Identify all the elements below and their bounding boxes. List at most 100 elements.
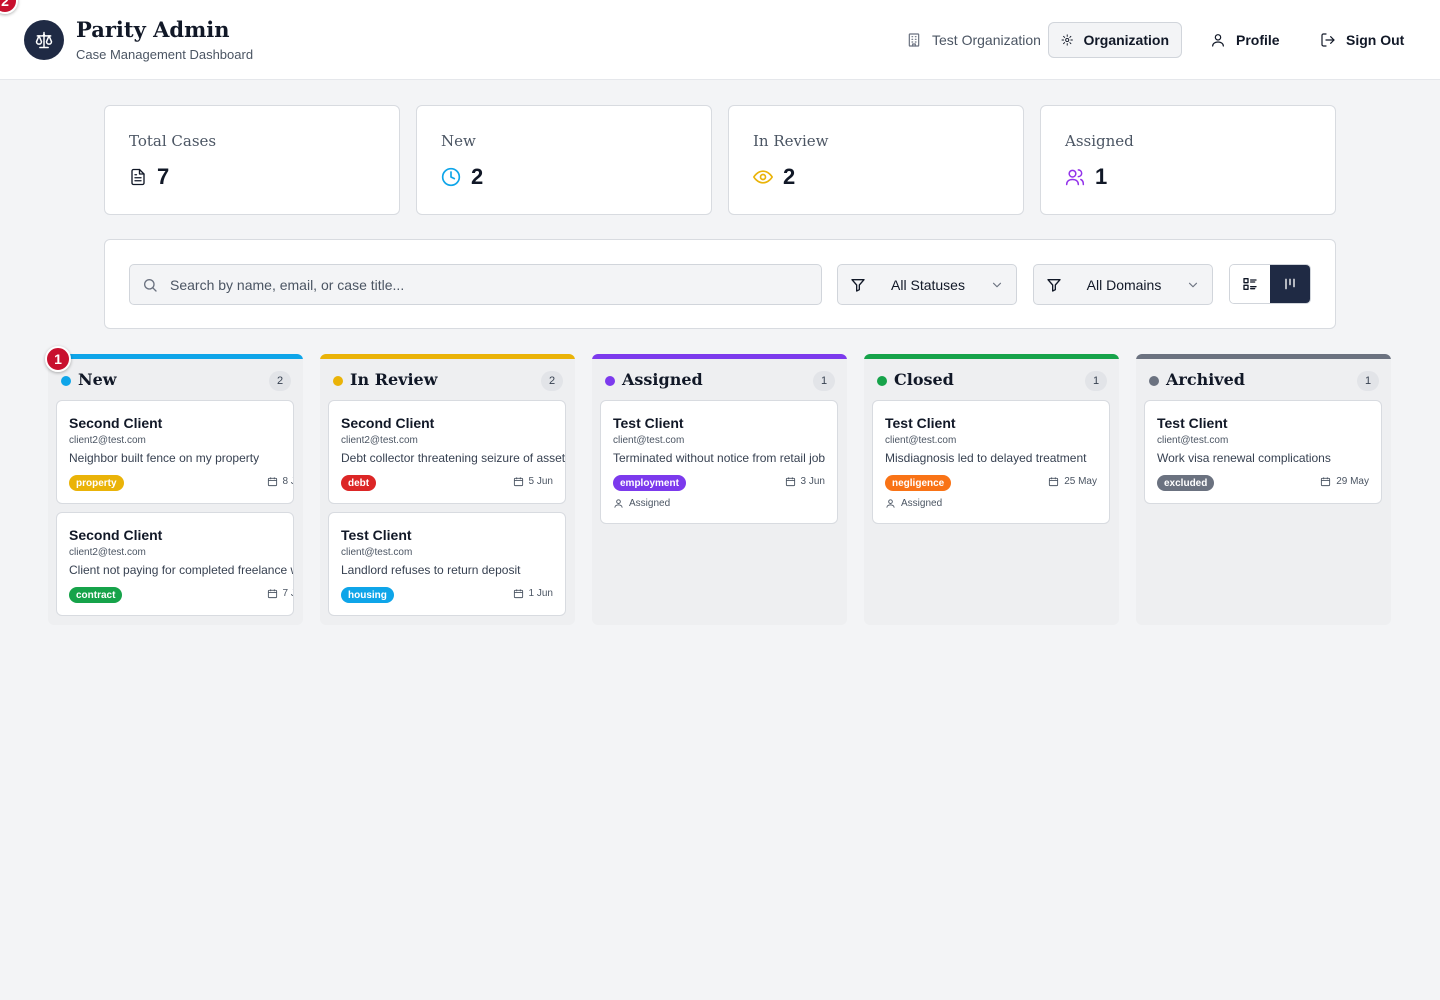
column-title: Closed: [894, 370, 954, 389]
case-date: 7 Jun: [267, 588, 293, 599]
case-date-label: 8 Jun: [282, 476, 293, 487]
case-date-label: 5 Jun: [528, 476, 553, 487]
profile-label: Profile: [1236, 32, 1280, 48]
column-closed: Closed 1 Test Client client@test.com Mis…: [864, 354, 1119, 625]
user-icon: [1212, 34, 1224, 47]
case-date: 29 May: [1320, 476, 1369, 487]
column-title: Archived: [1166, 370, 1245, 389]
case-date-label: 1 Jun: [528, 588, 553, 599]
search-input[interactable]: [170, 276, 790, 293]
client-name: Test Client: [613, 415, 684, 431]
domain-filter-label: All Domains: [1086, 276, 1162, 293]
filter-icon: [1047, 278, 1061, 292]
assigned-indicator: Assigned: [885, 498, 942, 509]
client-email: client@test.com: [1157, 435, 1229, 446]
app-subtitle: Case Management Dashboard: [76, 47, 254, 62]
case-date: 3 Jun: [785, 476, 825, 487]
column-count: 1: [1085, 371, 1107, 391]
kanban-view-button[interactable]: [1270, 265, 1310, 303]
column-color-bar: [1136, 354, 1391, 359]
column-new: New 2 Second Client client2@test.com Nei…: [48, 354, 303, 625]
filter-panel: All Statuses All Domains: [104, 239, 1336, 329]
case-title: Work visa renewal complications: [1157, 451, 1331, 465]
column-dot: [61, 376, 71, 386]
clock-icon: [441, 167, 461, 187]
column-dot: [333, 376, 343, 386]
chevron-down-icon: [1188, 282, 1198, 287]
stat-label: Total Cases: [129, 132, 217, 150]
annotation-marker: 1: [45, 346, 71, 372]
column-color-bar: [48, 354, 303, 359]
domain-tag: housing: [341, 587, 394, 603]
stat-label: In Review: [753, 132, 829, 150]
case-card[interactable]: Test Client client@test.com Terminated w…: [600, 400, 838, 524]
domain-tag: employment: [613, 475, 686, 491]
organization-button[interactable]: Organization: [1048, 22, 1182, 58]
case-title: Neighbor built fence on my property: [69, 451, 260, 465]
client-email: client@test.com: [341, 547, 413, 558]
column-color-bar: [592, 354, 847, 359]
document-icon: [131, 168, 145, 186]
case-date-label: 7 Jun: [282, 588, 293, 599]
stat-value: 2: [783, 164, 796, 189]
sign-out-label: Sign Out: [1346, 32, 1405, 48]
column-assigned: Assigned 1 Test Client client@test.com T…: [592, 354, 847, 625]
list-view-icon: [1243, 278, 1257, 290]
search-box[interactable]: [129, 264, 822, 305]
case-title: Debt collector threatening seizure of as…: [341, 451, 566, 465]
domain-tag: debt: [341, 475, 377, 491]
app-header: Parity Admin Case Management Dashboard T…: [0, 0, 1440, 80]
filter-icon: [851, 278, 865, 292]
case-card[interactable]: Test Client client@test.com Landlord ref…: [328, 512, 566, 616]
building-icon: [908, 33, 920, 47]
client-name: Test Client: [1157, 415, 1228, 431]
assigned-indicator: Assigned: [613, 498, 670, 509]
column-title: New: [78, 370, 117, 389]
case-card[interactable]: Second Client client2@test.com Client no…: [56, 512, 294, 616]
case-date: 8 Jun: [267, 476, 293, 487]
case-card[interactable]: Second Client client2@test.com Neighbor …: [56, 400, 294, 504]
stat-value: 2: [471, 164, 484, 189]
sign-out-button[interactable]: Sign Out: [1320, 22, 1404, 58]
calendar-icon: [267, 589, 277, 599]
case-date-label: 29 May: [1336, 476, 1369, 487]
client-email: client@test.com: [885, 435, 957, 446]
case-date-label: 25 May: [1064, 476, 1097, 487]
search-icon: [144, 278, 157, 292]
calendar-icon: [513, 477, 523, 487]
users-icon: [1065, 169, 1085, 186]
case-title: Client not paying for completed freelanc…: [69, 563, 294, 577]
client-name: Test Client: [341, 527, 412, 543]
app-title: Parity Admin: [76, 17, 230, 42]
calendar-icon: [267, 477, 277, 487]
column-count: 1: [1357, 371, 1379, 391]
assigned-label: Assigned: [629, 498, 671, 509]
stat-label: New: [441, 132, 476, 150]
status-filter-select[interactable]: All Statuses: [837, 264, 1017, 305]
case-card[interactable]: Second Client client2@test.com Debt coll…: [328, 400, 566, 504]
domain-tag: contract: [69, 587, 123, 603]
client-email: client2@test.com: [69, 547, 146, 558]
column-color-bar: [320, 354, 575, 359]
column-dot: [605, 376, 615, 386]
calendar-icon: [513, 589, 523, 599]
column-title: In Review: [350, 370, 438, 389]
case-card[interactable]: Test Client client@test.com Misdiagnosis…: [872, 400, 1110, 524]
case-title: Landlord refuses to return deposit: [341, 563, 521, 577]
calendar-icon: [785, 477, 795, 487]
stat-card-assigned: Assigned 1: [1040, 105, 1336, 215]
client-name: Second Client: [69, 527, 163, 543]
user-icon: [886, 499, 895, 508]
client-name: Second Client: [341, 415, 435, 431]
organization-button-label: Organization: [1083, 32, 1169, 48]
list-view-button[interactable]: [1230, 265, 1270, 303]
case-card[interactable]: Test Client client@test.com Work visa re…: [1144, 400, 1382, 504]
status-filter-label: All Statuses: [891, 276, 965, 293]
client-name: Second Client: [69, 415, 163, 431]
kanban-icon: [1285, 278, 1295, 290]
domain-tag: negligence: [885, 475, 952, 491]
domain-filter-select[interactable]: All Domains: [1033, 264, 1213, 305]
sign-out-icon: [1321, 33, 1335, 47]
column-color-bar: [864, 354, 1119, 359]
profile-button[interactable]: Profile: [1210, 22, 1280, 58]
